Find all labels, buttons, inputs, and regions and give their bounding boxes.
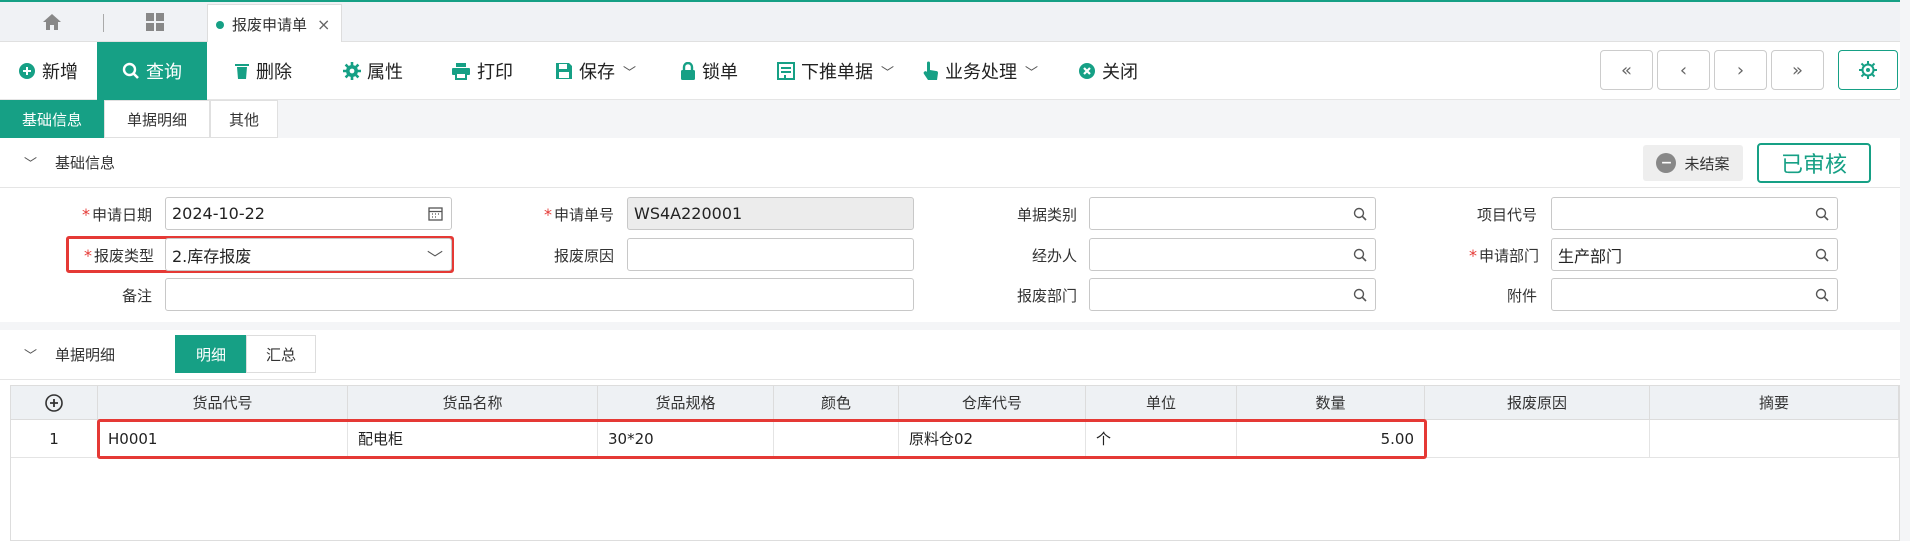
chevron-down-icon: ﹀ [24, 349, 38, 364]
status-badge-open: − 未结案 [1643, 145, 1743, 181]
dept-label: * 申请部门 [1468, 245, 1539, 265]
save-disk-icon [556, 63, 572, 79]
section-gap [0, 322, 1910, 330]
sub-tab-bar: 基础信息 单据明细 其他 [0, 100, 1910, 138]
grid-menu-icon[interactable] [120, 2, 190, 42]
scrap-type-select[interactable]: 2.库存报废 ﹀ [165, 238, 452, 271]
print-button[interactable]: 打印 [451, 42, 513, 100]
apply-date-label: * 申请日期 [81, 204, 152, 224]
col-header-memo[interactable]: 摘要 [1650, 386, 1899, 420]
col-header-unit[interactable]: 单位 [1086, 386, 1237, 420]
col-header-reason[interactable]: 报废原因 [1425, 386, 1650, 420]
tab-divider [103, 14, 104, 32]
doc-type-field[interactable] [1089, 197, 1376, 230]
minus-circle-icon: − [1656, 153, 1677, 173]
tab-doc-detail[interactable]: 单据明细 [104, 100, 210, 138]
basic-info-toggle[interactable]: ﹀ 基础信息 [24, 152, 115, 173]
chevron-down-icon: ﹀ [426, 249, 443, 268]
next-record-button[interactable]: › [1714, 50, 1767, 90]
push-down-button[interactable]: 下推单据 ﹀ [777, 42, 894, 100]
row-number: 1 [11, 420, 98, 458]
basic-info-header: ﹀ 基础信息 [0, 138, 1910, 188]
trash-icon [235, 64, 249, 79]
apply-no-field: WS4A220001 [627, 197, 914, 230]
query-button[interactable]: 查询 [97, 42, 207, 100]
tab-scrap-request[interactable]: 报废申请单 × [207, 4, 342, 44]
printer-icon [452, 63, 470, 80]
attach-label: 附件 [1506, 286, 1537, 305]
handler-field[interactable] [1089, 238, 1376, 271]
settings-button[interactable] [1838, 50, 1898, 90]
toolbar: 新增 查询 删除 属性 打印 保存 ﹀ 锁单 下推单据 ﹀ 业务处理 ﹀ 关闭 … [0, 42, 1910, 100]
tab-label: 报废申请单 [232, 16, 308, 34]
col-header-qty[interactable]: 数量 [1237, 386, 1425, 420]
lock-button[interactable]: 锁单 [680, 42, 738, 100]
document-arrow-icon [777, 62, 795, 80]
close-button[interactable]: 关闭 [1078, 42, 1138, 100]
scrap-reason-label: 报废原因 [553, 246, 614, 265]
delete-button[interactable]: 删除 [234, 42, 292, 100]
window-tab-bar: 报废申请单 × [0, 0, 1910, 44]
remark-field[interactable] [165, 278, 914, 311]
search-icon[interactable] [1353, 206, 1367, 225]
col-header-code[interactable]: 货品代号 [98, 386, 348, 420]
scrap-dept-label: 报废部门 [1016, 286, 1077, 305]
lock-icon [681, 62, 695, 80]
hand-pointer-icon [923, 61, 938, 80]
handler-label: 经办人 [1031, 246, 1077, 265]
audited-stamp: 已审核 [1757, 143, 1871, 183]
prev-record-button[interactable]: ‹ [1657, 50, 1710, 90]
search-icon [122, 62, 139, 79]
remark-label: 备注 [121, 286, 152, 305]
scrap-dept-field[interactable] [1089, 278, 1376, 311]
cell-reason[interactable] [1425, 420, 1650, 458]
search-icon[interactable] [1815, 206, 1829, 225]
doc-type-label: 单据类别 [1016, 205, 1077, 224]
calendar-icon[interactable] [428, 206, 443, 225]
tab-detail[interactable]: 明细 [175, 335, 247, 373]
scrap-reason-field[interactable] [627, 238, 914, 271]
project-field[interactable] [1551, 197, 1838, 230]
plus-circle-icon [19, 63, 35, 79]
business-button[interactable]: 业务处理 ﹀ [923, 42, 1038, 100]
search-icon[interactable] [1353, 287, 1367, 306]
gear-icon [1859, 61, 1877, 79]
chevron-down-icon: ﹀ [1025, 65, 1039, 81]
detail-grid: 货品代号 货品名称 货品规格 颜色 仓库代号 单位 数量 报废原因 摘要 1 H… [10, 385, 1900, 541]
apply-date-field[interactable]: 2024-10-22 [165, 197, 452, 230]
add-button[interactable]: 新增 [18, 42, 78, 100]
search-icon[interactable] [1815, 247, 1829, 266]
save-button[interactable]: 保存 ﹀ [555, 42, 636, 100]
col-header-color[interactable]: 颜色 [774, 386, 899, 420]
gear-icon [343, 62, 361, 80]
close-icon[interactable]: × [317, 15, 330, 34]
search-icon[interactable] [1353, 247, 1367, 266]
tab-other[interactable]: 其他 [210, 100, 278, 138]
col-header-spec[interactable]: 货品规格 [598, 386, 774, 420]
vertical-scrollbar[interactable] [1900, 0, 1910, 541]
close-circle-icon [1079, 63, 1095, 79]
scrap-type-label: * 报废类型 [83, 245, 154, 265]
project-label: 项目代号 [1476, 205, 1537, 224]
dept-field[interactable]: 生产部门 [1551, 238, 1838, 271]
tab-basic-info[interactable]: 基础信息 [0, 100, 104, 138]
highlight-detail-row [97, 419, 1427, 459]
chevron-down-icon: ﹀ [24, 157, 38, 172]
col-header-name[interactable]: 货品名称 [348, 386, 598, 420]
home-icon[interactable] [22, 2, 82, 42]
attach-field[interactable] [1551, 278, 1838, 311]
detail-toggle[interactable]: ﹀ 单据明细 [24, 344, 115, 365]
last-record-button[interactable]: » [1771, 50, 1824, 90]
search-icon[interactable] [1815, 287, 1829, 306]
tab-summary[interactable]: 汇总 [246, 335, 316, 373]
cell-memo[interactable] [1650, 420, 1899, 458]
col-header-warehouse[interactable]: 仓库代号 [899, 386, 1086, 420]
first-record-button[interactable]: « [1600, 50, 1653, 90]
apply-no-label: * 申请单号 [543, 204, 614, 224]
active-dot-icon [216, 20, 224, 29]
chevron-down-icon: ﹀ [881, 65, 895, 81]
attr-button[interactable]: 属性 [343, 42, 403, 100]
add-row-icon[interactable] [11, 386, 98, 420]
chevron-down-icon: ﹀ [623, 65, 637, 81]
